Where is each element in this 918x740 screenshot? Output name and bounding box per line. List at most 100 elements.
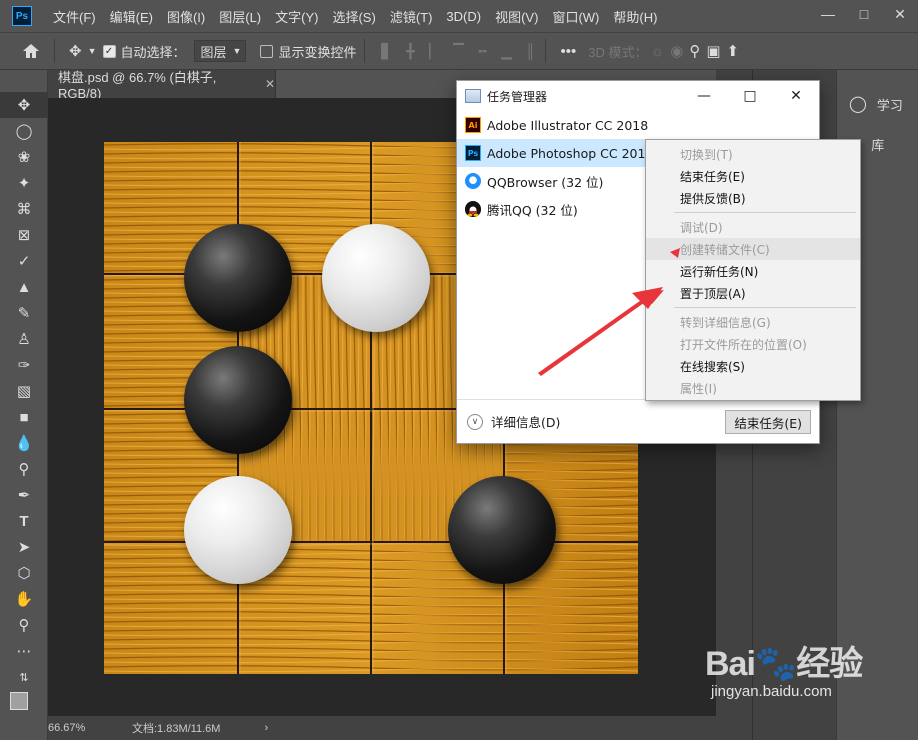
options-bar: ✥ ▼ ✓ 自动选择： 图层 ▼ 显示变换控件 ▋ ╋ ▏ ▔ ╍ ▁ ║ ••…	[0, 32, 918, 70]
ai-icon: Ai	[465, 117, 481, 133]
type-tool-icon[interactable]: T	[0, 508, 48, 534]
close-icon[interactable]: ✕	[265, 77, 275, 91]
eyedropper-tool-icon[interactable]: ✓	[0, 248, 48, 274]
crop-tool-icon[interactable]: ⌘	[0, 196, 48, 222]
app-name: Adobe Illustrator CC 2018	[487, 117, 649, 133]
end-task-button[interactable]: 结束任务(E)	[725, 410, 811, 434]
menu-item-run-new-task[interactable]: 运行新任务(N)	[646, 260, 860, 282]
context-menu: 切换到(T) 结束任务(E) 提供反馈(B) 调试(D) 创建转储文件(C) 运…	[645, 139, 861, 401]
search-icon[interactable]: ⚲	[689, 42, 700, 60]
eraser-tool-icon[interactable]: ▧	[0, 378, 48, 404]
align-hcenter-icon[interactable]: ╋	[403, 43, 417, 59]
qq-icon	[465, 201, 481, 217]
tools-panel: ✥ ◯ ❀ ✦ ⌘ ⊠ ✓ ▲ ✎ ♙ ✑ ▧ ■ 💧 ⚲ ✒ T ➤ ⬡ ✋ …	[0, 70, 48, 740]
blur-tool-icon[interactable]: 💧	[0, 430, 48, 456]
menu-item-create-dump[interactable]: 创建转储文件(C)	[646, 238, 860, 260]
menu-item-search-online[interactable]: 在线搜索(S)	[646, 355, 860, 377]
align-top-icon[interactable]: ▔	[451, 43, 465, 59]
menu-separator	[674, 212, 856, 213]
task-manager-title: 任务管理器	[487, 89, 548, 104]
home-icon[interactable]	[22, 43, 40, 59]
move-tool-icon[interactable]: ✥	[0, 92, 48, 118]
app-row-illustrator[interactable]: Ai Adobe Illustrator CC 2018	[457, 111, 819, 139]
shape-tool-icon[interactable]: ⬡	[0, 560, 48, 586]
menu-window[interactable]: 窗口(W)	[545, 7, 606, 26]
menu-layer[interactable]: 图层(L)	[212, 7, 268, 26]
3d-orbit-icon: ☼	[650, 42, 665, 60]
menu-filter[interactable]: 滤镜(T)	[383, 7, 440, 26]
align-left-icon[interactable]: ▋	[379, 43, 393, 59]
show-transform-checkbox[interactable]	[260, 44, 274, 58]
document-tab[interactable]: 棋盘.psd @ 66.7% (白棋子, RGB/8) ✕	[48, 70, 276, 101]
menu-item-go-to-details[interactable]: 转到详细信息(G)	[646, 311, 860, 333]
menu-item-bring-to-front[interactable]: 置于顶层(A)	[646, 282, 860, 304]
brush-tool-icon[interactable]: ✎	[0, 300, 48, 326]
align-vcenter-icon[interactable]: ╍	[475, 43, 489, 59]
foreground-color-swatch[interactable]	[10, 692, 28, 710]
auto-select-label: 自动选择：	[120, 44, 186, 60]
marquee-tool-icon[interactable]: ◯	[0, 118, 48, 144]
menu-type[interactable]: 文字(Y)	[268, 7, 325, 26]
menu-item-switch-to[interactable]: 切换到(T)	[646, 143, 860, 165]
frame-tool-icon[interactable]: ⊠	[0, 222, 48, 248]
minimize-icon[interactable]: —	[810, 0, 846, 28]
menu-item-feedback[interactable]: 提供反馈(B)	[646, 187, 860, 209]
maximize-icon[interactable]: □	[727, 81, 773, 111]
hand-tool-icon[interactable]: ✋	[0, 586, 48, 612]
path-selection-tool-icon[interactable]: ➤	[0, 534, 48, 560]
more-options-icon[interactable]: •••	[560, 43, 576, 60]
task-manager-titlebar: 任务管理器 — □ ✕	[457, 81, 819, 111]
learn-panel-button[interactable]: ◯ 学习	[837, 84, 918, 124]
menu-3d[interactable]: 3D(D)	[439, 9, 488, 24]
zoom-tool-icon[interactable]: ⚲	[0, 612, 48, 638]
task-manager-footer: ∨ 详细信息(D) 结束任务(E)	[457, 399, 819, 443]
document-tab-title: 棋盘.psd @ 66.7% (白棋子, RGB/8)	[58, 70, 217, 101]
share-icon[interactable]: ⬆	[727, 42, 740, 60]
swap-colors-icon[interactable]: ⇅	[0, 664, 48, 690]
chevron-down-icon[interactable]: ∨	[467, 413, 483, 430]
lightbulb-icon: ◯	[849, 96, 867, 113]
separator	[545, 39, 547, 63]
auto-select-checkbox[interactable]: ✓	[102, 44, 116, 58]
menu-separator	[674, 307, 856, 308]
distribute-icon[interactable]: ║	[523, 43, 537, 59]
menu-file[interactable]: 文件(F)	[46, 7, 103, 26]
dodge-tool-icon[interactable]: ⚲	[0, 456, 48, 482]
details-link[interactable]: 详细信息(D)	[491, 412, 560, 431]
align-bottom-icon[interactable]: ▁	[499, 43, 513, 59]
history-brush-tool-icon[interactable]: ✑	[0, 352, 48, 378]
close-icon[interactable]: ✕	[882, 0, 918, 28]
menu-item-properties[interactable]: 属性(I)	[646, 377, 860, 399]
align-right-icon[interactable]: ▏	[427, 43, 441, 59]
menu-select[interactable]: 选择(S)	[325, 7, 382, 26]
menu-item-end-task[interactable]: 结束任务(E)	[646, 165, 860, 187]
watermark-url: jingyan.baidu.com	[711, 683, 832, 700]
separator	[54, 39, 55, 63]
healing-brush-tool-icon[interactable]: ▲	[0, 274, 48, 300]
move-tool-icon[interactable]: ✥	[69, 42, 82, 60]
menu-image[interactable]: 图像(I)	[160, 7, 212, 26]
auto-select-target-dropdown[interactable]: 图层 ▼	[193, 40, 247, 62]
gradient-tool-icon[interactable]: ■	[0, 404, 48, 430]
menu-help[interactable]: 帮助(H)	[606, 7, 664, 26]
menu-item-debug[interactable]: 调试(D)	[646, 216, 860, 238]
task-manager-icon	[465, 89, 481, 103]
menu-edit[interactable]: 编辑(E)	[103, 7, 160, 26]
stamp-tool-icon[interactable]: ♙	[0, 326, 48, 352]
zoom-level[interactable]: 66.67%	[48, 722, 118, 734]
qqbrowser-icon	[465, 173, 481, 189]
lasso-tool-icon[interactable]: ❀	[0, 144, 48, 170]
minimize-icon[interactable]: —	[681, 81, 727, 111]
menu-view[interactable]: 视图(V)	[488, 7, 545, 26]
color-swatches[interactable]	[0, 690, 48, 726]
chevron-right-icon[interactable]: ›	[264, 722, 268, 734]
chevron-down-icon[interactable]: ▼	[88, 46, 97, 56]
edit-toolbar-icon[interactable]: ⋯	[0, 638, 48, 664]
menu-item-open-file-location[interactable]: 打开文件所在的位置(O)	[646, 333, 860, 355]
magic-wand-tool-icon[interactable]: ✦	[0, 170, 48, 196]
workspace-icon[interactable]: ▣	[706, 42, 720, 60]
pen-tool-icon[interactable]: ✒	[0, 482, 48, 508]
close-icon[interactable]: ✕	[773, 81, 819, 111]
align-buttons: ▋ ╋ ▏ ▔ ╍ ▁ ║	[379, 43, 537, 60]
maximize-icon[interactable]: □	[846, 0, 882, 28]
